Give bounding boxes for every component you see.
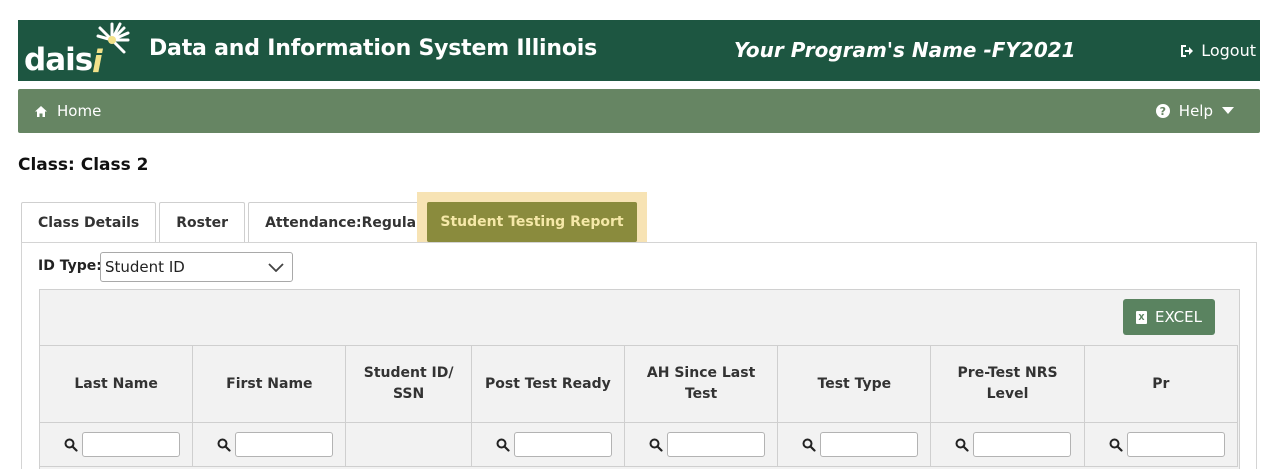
filter-input-last-name[interactable] [82, 432, 180, 457]
filter-input-ah-since-last-test[interactable] [666, 432, 765, 457]
main-nav: Home ? Help [18, 89, 1260, 133]
tab-attendance-regular[interactable]: Attendance:Regular [248, 202, 441, 242]
filter-input-test-type[interactable] [820, 432, 919, 457]
program-name: Your Program's Name -FY2021 [734, 38, 1076, 62]
column-header-student-id[interactable]: Student ID/ SSN [345, 345, 472, 423]
filter-cell-pre-test-nrs-level [930, 422, 1085, 467]
help-label: Help [1178, 102, 1213, 120]
search-icon [496, 438, 510, 452]
column-header-pre-test-nrs-level[interactable]: Pre-Test NRS Level [930, 345, 1085, 423]
filter-cell-post-test-ready [470, 422, 625, 467]
column-header-truncated[interactable]: Pr [1083, 345, 1239, 423]
tab-student-testing-report[interactable]: Student Testing Report [427, 202, 637, 242]
tab-bar: Class Details Roster Attendance:Regular [21, 202, 443, 242]
logout-link[interactable]: Logout [1180, 41, 1256, 60]
search-icon [802, 438, 816, 452]
tab-roster[interactable]: Roster [159, 202, 246, 242]
chevron-down-icon [268, 263, 284, 272]
logo-text: dais [24, 42, 93, 78]
report-table: Last Name First Name Student ID/ SSN Pos… [40, 345, 1239, 467]
filter-input-pre-test-nrs-level[interactable] [973, 432, 1072, 457]
home-icon [35, 105, 47, 117]
filter-cell-ah-since-last-test [623, 422, 779, 467]
home-label: Home [57, 102, 102, 120]
table-header-row: Last Name First Name Student ID/ SSN Pos… [40, 345, 1239, 423]
caret-down-icon [1222, 107, 1234, 114]
app-header: dais i Data and Information System Illin… [18, 20, 1260, 81]
column-header-first-name[interactable]: First Name [192, 345, 347, 423]
search-icon [64, 438, 78, 452]
system-title: Data and Information System Illinois [149, 36, 598, 61]
search-icon [955, 438, 970, 452]
filter-input-truncated[interactable] [1126, 432, 1225, 457]
logout-label: Logout [1201, 41, 1256, 60]
column-header-last-name[interactable]: Last Name [40, 345, 194, 423]
filter-cell-truncated [1083, 422, 1239, 467]
id-type-selected-value: Student ID [105, 258, 185, 276]
filter-cell-test-type [777, 422, 932, 467]
nav-help-dropdown[interactable]: ? Help [1155, 102, 1234, 120]
tab-class-details[interactable]: Class Details [21, 202, 157, 242]
column-header-post-test-ready[interactable]: Post Test Ready [470, 345, 625, 423]
filter-cell-student-id [345, 422, 472, 467]
filter-cell-last-name [40, 422, 194, 467]
nav-home[interactable]: Home [34, 102, 101, 120]
tab-content-panel: ID Type: Student ID X EXCEL Last Name Fi… [21, 242, 1257, 469]
column-header-test-type[interactable]: Test Type [777, 345, 932, 423]
filter-input-first-name[interactable] [235, 432, 334, 457]
filter-input-post-test-ready[interactable] [513, 432, 612, 457]
excel-label: EXCEL [1155, 308, 1202, 326]
dais-logo[interactable]: dais i [24, 22, 134, 80]
search-icon [649, 438, 663, 452]
search-icon [1109, 438, 1123, 452]
id-type-select[interactable]: Student ID [100, 252, 293, 282]
id-type-label: ID Type: [38, 258, 102, 274]
column-header-ah-since-last-test[interactable]: AH Since Last Test [623, 345, 779, 423]
filter-cell-first-name [192, 422, 347, 467]
help-icon: ? [1155, 104, 1170, 118]
logo-accent: i [92, 44, 103, 80]
excel-file-icon: X [1136, 310, 1147, 324]
logout-icon [1181, 44, 1194, 57]
search-icon [217, 438, 231, 452]
class-title: Class: Class 2 [18, 155, 149, 175]
filter-row [40, 422, 1239, 467]
testing-report-grid: X EXCEL Last Name First Name Student ID/… [39, 289, 1240, 469]
excel-export-button[interactable]: X EXCEL [1123, 299, 1215, 335]
